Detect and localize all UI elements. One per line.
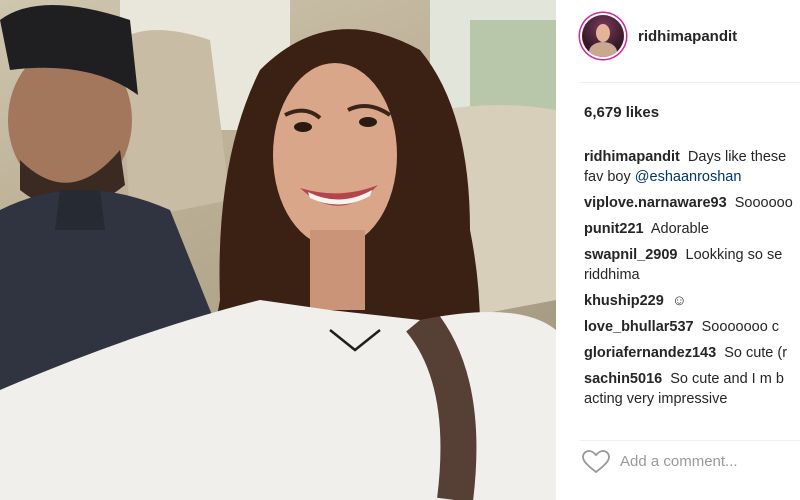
comment-text-line2: fav boy @eshaanroshan [584,167,800,187]
post-username[interactable]: ridhimapandit [638,28,737,45]
comment-item: sachin5016 So cute and I m b acting very… [584,369,800,409]
comment-mention-link[interactable]: @eshaanroshan [635,169,742,185]
comment-username[interactable]: swapnil_2909 [584,247,678,263]
post-header: ridhimapandit [556,0,800,76]
header-divider [580,82,800,83]
heart-outline-icon[interactable] [582,450,610,474]
comment-item: ridhimapandit Days like these fav boy @e… [584,147,800,187]
comment-username[interactable]: khuship229 [584,293,664,309]
instagram-post: ridhimapandit 6,679 likes ridhimapandit … [0,0,800,500]
comments-list: ridhimapandit Days like these fav boy @e… [584,147,800,415]
comment-username[interactable]: sachin5016 [584,371,662,387]
comment-text-line2: acting very impressive [584,391,728,407]
add-comment-bar [580,440,800,481]
comment-username[interactable]: ridhimapandit [584,149,680,165]
comment-username[interactable]: viplove.narnaware93 [584,195,727,211]
post-photo[interactable] [0,0,556,500]
comment-text-line2: riddhima [584,267,640,283]
comment-text: Sooooooo c [701,319,780,335]
comment-item: love_bhullar537 Sooooooo c [584,317,800,337]
comment-text: So cute and I m b [670,371,784,387]
comment-item: punit221 Adorable [584,219,800,239]
comment-item: khuship229 ☺ [584,291,800,311]
smiley-emoji-icon: ☺ [671,293,687,309]
comment-text-cont: fav boy [584,169,635,185]
post-side-panel: ridhimapandit 6,679 likes ridhimapandit … [556,0,800,500]
comment-username[interactable]: punit221 [584,221,644,237]
comment-username[interactable]: gloriafernandez143 [584,345,716,361]
comment-text: Days like these [687,149,787,165]
user-avatar[interactable] [582,15,624,57]
comment-item: gloriafernandez143 So cute (r [584,343,800,363]
comment-text: Adorable [650,221,709,237]
comment-item: swapnil_2909 Lookking so se riddhima [584,245,800,285]
photo-illustration [0,0,556,500]
comment-text: Lookking so se [685,247,783,263]
comment-text: So cute (r [724,345,788,361]
likes-count[interactable]: 6,679 likes [584,104,659,121]
comment-item: viplove.narnaware93 Soooooo [584,193,800,213]
comment-username[interactable]: love_bhullar537 [584,319,694,335]
add-comment-input[interactable] [620,447,800,475]
comment-text: Soooooo [734,195,793,211]
